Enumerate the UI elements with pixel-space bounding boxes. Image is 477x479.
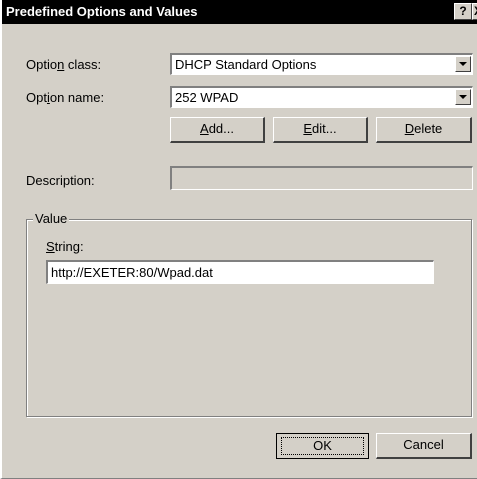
edit-button[interactable]: Edit... [273, 117, 368, 143]
close-button[interactable]: X [472, 3, 477, 20]
chevron-down-icon[interactable] [455, 89, 471, 105]
cancel-button[interactable]: Cancel [376, 433, 472, 459]
predefined-options-dialog: Predefined Options and Values ? X Option… [0, 0, 477, 479]
add-button[interactable]: Add... [170, 117, 265, 143]
chevron-down-icon[interactable] [455, 56, 471, 72]
option-class-select[interactable]: DHCP Standard Options [170, 53, 473, 75]
option-class-value: DHCP Standard Options [175, 57, 317, 72]
help-icon: ? [459, 4, 467, 18]
value-group-legend: Value [33, 211, 70, 226]
ok-label: OK [281, 437, 364, 455]
string-label: String: [46, 239, 84, 254]
description-label: Description: [26, 173, 95, 188]
title-bar[interactable]: Predefined Options and Values ? X [2, 0, 477, 24]
ok-button[interactable]: OK [275, 432, 370, 460]
description-field[interactable] [170, 166, 473, 190]
delete-button[interactable]: Delete [376, 117, 472, 143]
string-value: http://EXETER:80/Wpad.dat [51, 265, 213, 280]
string-input[interactable]: http://EXETER:80/Wpad.dat [46, 260, 434, 284]
dialog-title: Predefined Options and Values [6, 4, 198, 19]
option-name-select[interactable]: 252 WPAD [170, 86, 473, 108]
help-button[interactable]: ? [454, 3, 472, 20]
option-name-value: 252 WPAD [175, 90, 239, 105]
option-name-label: Option name: [26, 90, 105, 105]
option-class-label: Option class: [26, 57, 102, 72]
value-groupbox: Value String: http://EXETER:80/Wpad.dat [26, 211, 472, 417]
